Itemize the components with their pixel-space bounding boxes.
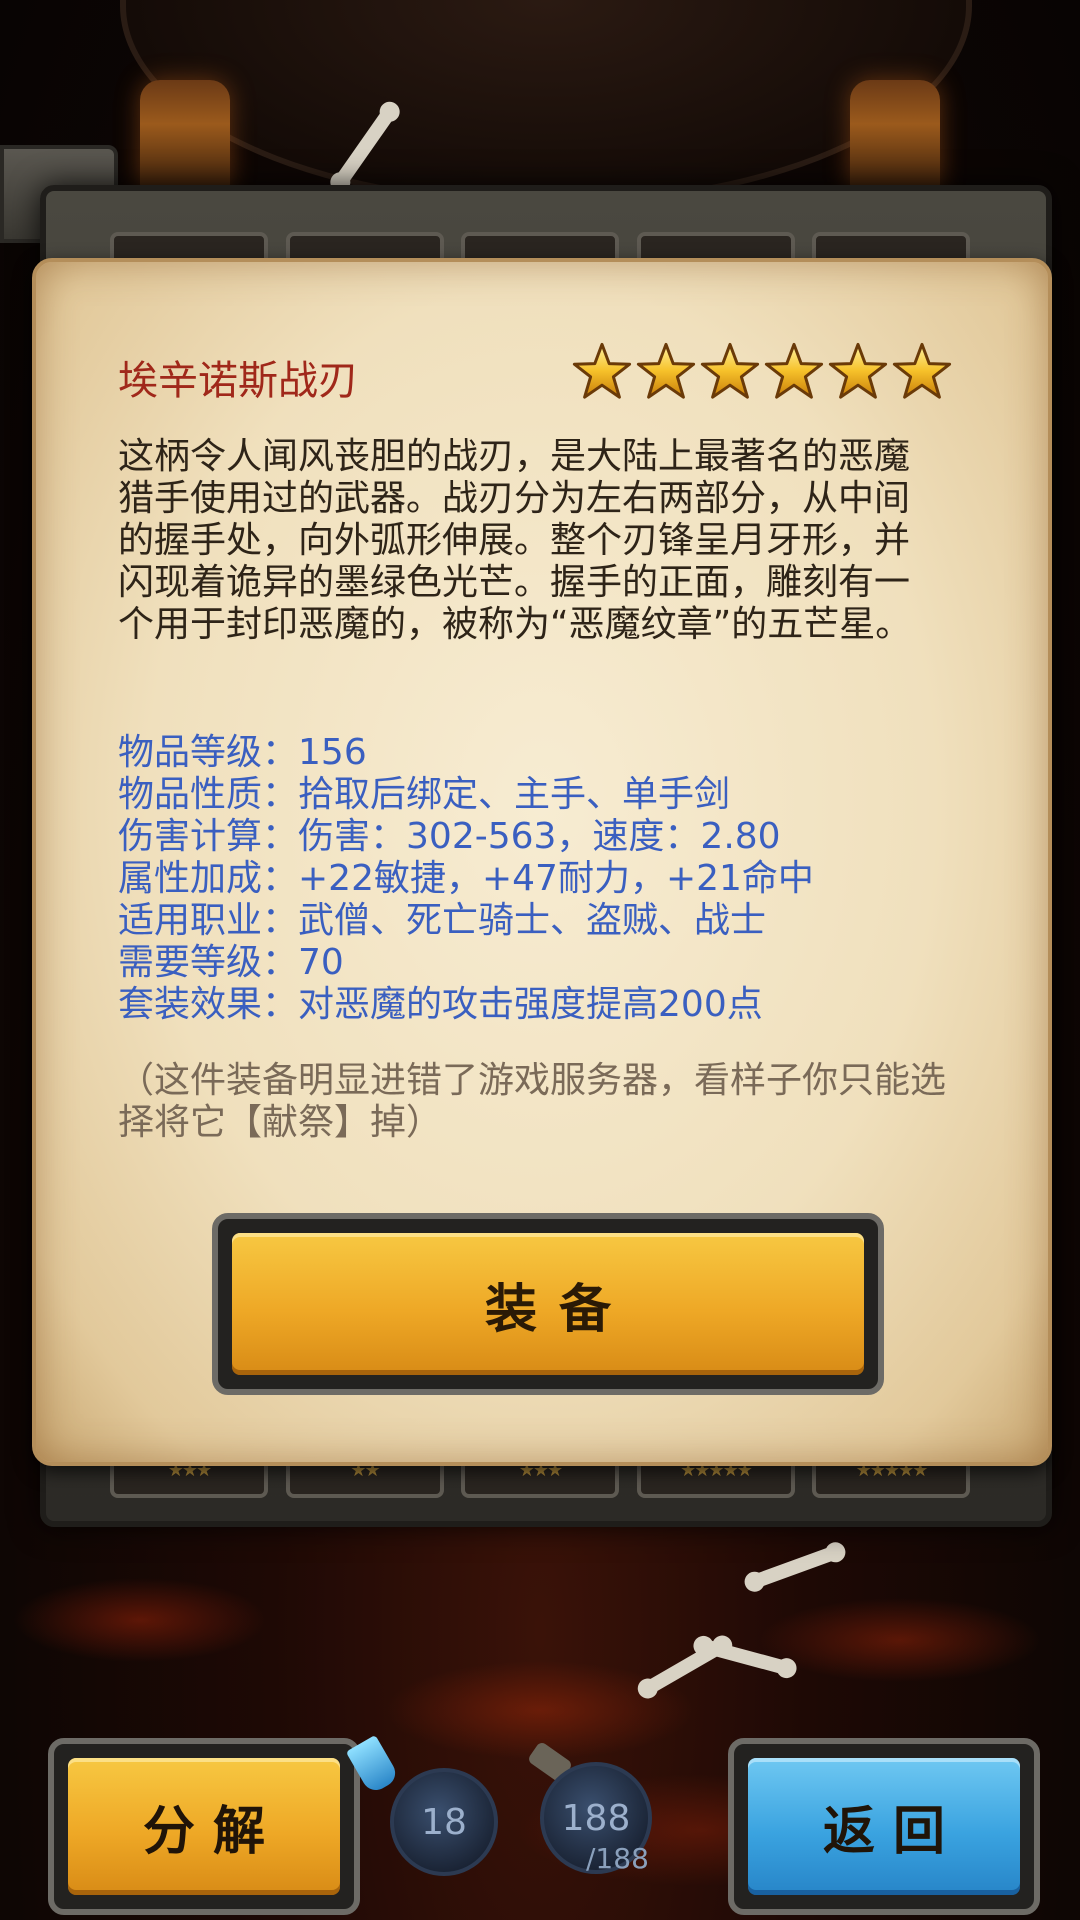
item-description: 这柄令人闻风丧胆的战刃，是大陆上最著名的恶魔猎手使用过的武器。战刃分为左右两部分… <box>118 436 912 645</box>
stat-row: 需要等级：70 <box>118 942 968 984</box>
top-arch-decoration <box>120 0 972 206</box>
star-icon <box>764 342 824 399</box>
back-button[interactable]: 返回 <box>728 1738 1040 1915</box>
decompose-button-face[interactable]: 分解 <box>68 1758 340 1895</box>
stat-label: 物品性质： <box>118 774 299 815</box>
stat-row: 属性加成：+22敏捷，+47耐力，+21命中 <box>118 858 968 900</box>
stat-label: 需要等级： <box>118 942 299 983</box>
star-icon <box>828 342 888 399</box>
stat-label: 物品等级： <box>118 732 299 773</box>
stat-row: 适用职业：武僧、死亡骑士、盗贼、战士 <box>118 900 968 942</box>
stat-value: 156 <box>298 732 367 773</box>
stat-label: 适用职业： <box>118 900 299 941</box>
stat-value: 拾取后绑定、主手、单手剑 <box>298 774 731 815</box>
stat-label: 属性加成： <box>118 858 299 899</box>
stat-row: 伤害计算：伤害：302-563，速度：2.80 <box>118 816 968 858</box>
stat-value: 70 <box>298 942 344 983</box>
stamina-max: /188 <box>586 1842 649 1875</box>
stat-label: 套装效果： <box>118 984 299 1025</box>
stat-value: +22敏捷，+47耐力，+21命中 <box>298 858 814 899</box>
star-rating <box>572 342 952 402</box>
stat-row: 物品等级：156 <box>118 732 968 774</box>
stat-value: 武僧、死亡骑士、盗贼、战士 <box>298 900 767 941</box>
star-icon <box>700 342 760 399</box>
stat-row: 套装效果：对恶魔的攻击强度提高200点 <box>118 984 968 1026</box>
stat-value: 对恶魔的攻击强度提高200点 <box>298 984 763 1025</box>
stat-label: 伤害计算： <box>118 816 299 857</box>
star-icon <box>572 342 632 399</box>
gem-counter: 18 <box>390 1768 498 1876</box>
decompose-button-label: 分解 <box>142 1802 283 1862</box>
stat-value: 伤害：302-563，速度：2.80 <box>298 816 781 857</box>
equip-button-label: 装备 <box>484 1279 633 1340</box>
back-button-face[interactable]: 返回 <box>748 1758 1020 1895</box>
star-icon <box>892 342 952 399</box>
left-torch-pillar <box>140 80 230 190</box>
star-icon <box>636 342 696 399</box>
item-stats: 物品等级：156 物品性质：拾取后绑定、主手、单手剑 伤害计算：伤害：302-5… <box>118 732 968 1026</box>
stat-row: 物品性质：拾取后绑定、主手、单手剑 <box>118 774 968 816</box>
right-torch-pillar <box>850 80 940 190</box>
back-button-label: 返回 <box>822 1802 963 1862</box>
item-name: 埃辛诺斯战刃 <box>118 358 358 404</box>
decompose-button[interactable]: 分解 <box>48 1738 360 1915</box>
equip-button[interactable]: 装备 <box>212 1213 884 1395</box>
equip-button-face[interactable]: 装备 <box>232 1233 864 1375</box>
item-note: （这件装备明显进错了游戏服务器，看样子你只能选择将它【献祭】掉） <box>118 1060 947 1143</box>
